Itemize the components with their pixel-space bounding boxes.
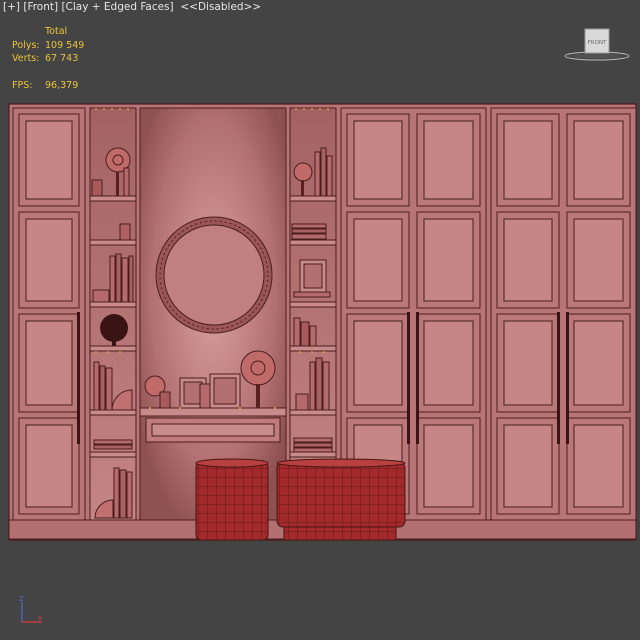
x-axis-label: x bbox=[38, 614, 42, 622]
left-open-shelves bbox=[89, 107, 137, 521]
z-axis-label: Z bbox=[19, 595, 24, 603]
left-cabinet bbox=[12, 107, 86, 521]
stats-verts-label: Verts: bbox=[12, 53, 40, 64]
viewport-shading-label[interactable]: [Clay + Edged Faces] bbox=[61, 1, 173, 13]
right-wardrobe-a bbox=[340, 107, 487, 521]
stats-fps-label: FPS: bbox=[12, 79, 33, 91]
pouf-left bbox=[195, 458, 269, 541]
viewcube[interactable]: FRONT bbox=[563, 26, 631, 64]
stats-verts-row: Verts: 67 743 bbox=[12, 52, 84, 66]
stats-polys-label: Polys: bbox=[12, 39, 40, 51]
stats-polys-value: 109 549 bbox=[45, 39, 85, 51]
pouf-right bbox=[276, 458, 406, 541]
viewport-label[interactable]: [+] [Front] [Clay + Edged Faces] <<Disab… bbox=[3, 1, 261, 13]
viewport-disabled-label[interactable]: <<Disabled>> bbox=[180, 1, 261, 13]
viewcube-face-label: FRONT bbox=[588, 40, 607, 46]
right-wardrobe-b bbox=[490, 107, 637, 521]
center-niche bbox=[139, 107, 287, 521]
viewport-view-label[interactable]: [Front] bbox=[23, 1, 58, 13]
viewport-menu-plus[interactable]: [+] bbox=[3, 1, 20, 13]
stats-fps-value: 96,379 bbox=[45, 79, 79, 91]
stats-fps-row: FPS: 96,379 bbox=[12, 79, 84, 93]
viewport[interactable]: [+] [Front] [Clay + Edged Faces] <<Disab… bbox=[0, 0, 640, 640]
stats-total-header: Total bbox=[45, 26, 68, 37]
axis-tripod: Z x bbox=[19, 595, 42, 623]
stats-polys-row: Polys: 109 549 bbox=[12, 39, 84, 53]
statistics-overlay: Total Polys: 109 549 Verts: 67 743 FPS: … bbox=[12, 25, 84, 92]
scene-clay-render[interactable] bbox=[0, 0, 640, 640]
right-open-shelves bbox=[289, 107, 337, 521]
stats-verts-value: 67 743 bbox=[45, 53, 79, 64]
